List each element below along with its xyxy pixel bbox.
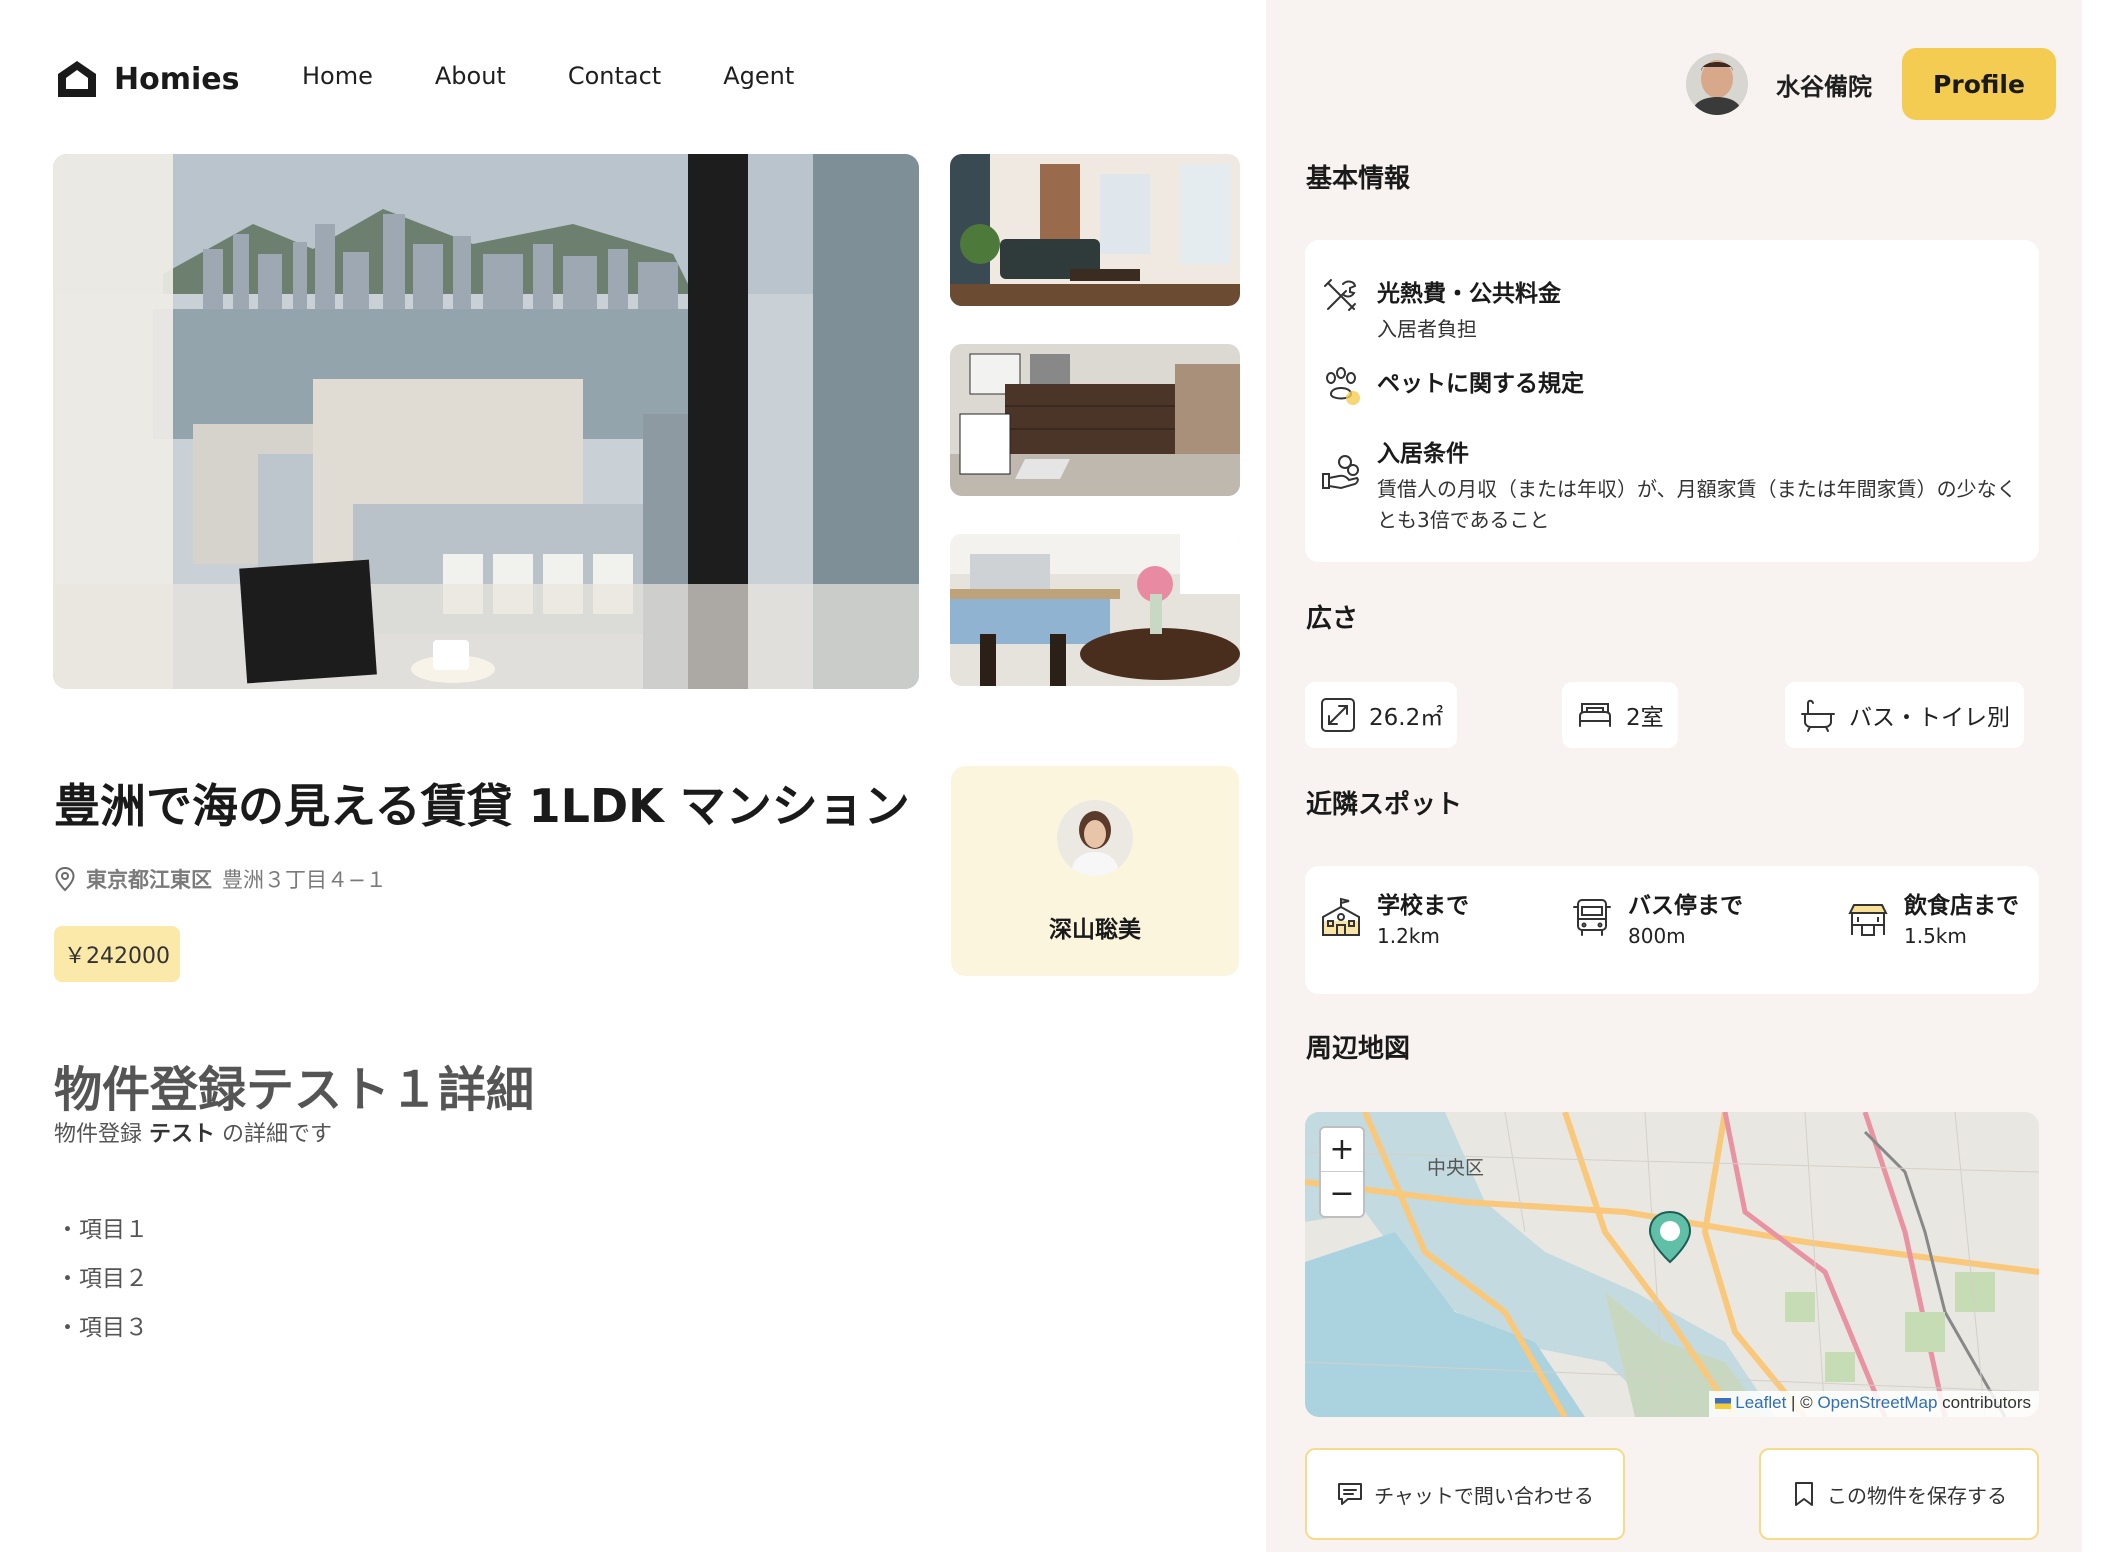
map-district-label: 中央区 <box>1427 1157 1484 1179</box>
profile-button[interactable]: Profile <box>1902 48 2056 120</box>
list-item: ・項目３ <box>56 1315 148 1341</box>
paw-icon <box>1326 367 1360 405</box>
agent-card[interactable]: 深山聡美 <box>951 766 1239 976</box>
rooms-value: 2室 <box>1626 705 1664 731</box>
info-row-conditions: 入居条件 賃借人の月収（または年収）が、月額家賃（または年間家賃）の少なくとも3… <box>1319 434 2027 536</box>
school-icon <box>1322 897 1360 936</box>
price-badge: ￥242000 <box>54 926 180 982</box>
section-title-spots: 近隣スポット <box>1306 790 1463 820</box>
info-label-utilities: 光熱費・公共料金 <box>1377 281 1561 307</box>
house-logo-icon <box>58 61 96 97</box>
save-property-button[interactable]: この物件を保存する <box>1759 1448 2039 1540</box>
location-pin-icon <box>55 866 75 892</box>
address-prefecture: 東京都江東区 <box>86 868 212 892</box>
harbor-view-image <box>53 154 919 689</box>
detail-sub-prefix: 物件登録 <box>54 1122 143 1147</box>
thumbnail-kitchen[interactable] <box>950 534 1240 686</box>
zoom-out-button[interactable]: − <box>1321 1172 1363 1216</box>
detail-item-list: ・項目１ ・項目２ ・項目３ <box>56 1210 148 1357</box>
info-row-pets: ペットに関する規定 <box>1319 364 1584 408</box>
nav-home[interactable]: Home <box>302 62 373 90</box>
expand-arrows-icon <box>1321 698 1355 732</box>
info-label-conditions: 入居条件 <box>1377 441 1469 467</box>
detail-subtitle: 物件登録 テスト の詳細です <box>54 1116 332 1148</box>
bookmark-icon <box>1795 1482 1813 1506</box>
agent-name: 深山聡美 <box>1049 917 1141 943</box>
main-nav: Home About Contact Agent <box>302 62 856 90</box>
nav-about[interactable]: About <box>435 62 506 90</box>
hand-coins-icon <box>1322 455 1359 490</box>
bath-value: バス・トイレ別 <box>1849 705 2010 731</box>
list-item: ・項目１ <box>56 1217 148 1243</box>
info-row-utilities: 光熱費・公共料金 入居者負担 <box>1319 274 2027 345</box>
listing-title: 豊洲で海の見える賃貸 1LDK マンション <box>54 779 910 833</box>
osm-link[interactable]: OpenStreetMap <box>1817 1393 1937 1412</box>
bath-chip: バス・トイレ別 <box>1785 682 2024 748</box>
detail-sub-bold: テスト <box>149 1122 216 1147</box>
detail-sub-suffix: の詳細です <box>222 1122 333 1147</box>
rooms-chip: 2室 <box>1562 682 1678 748</box>
save-button-label: この物件を保存する <box>1827 1483 2007 1508</box>
spot-school-label: 学校まで <box>1377 893 1469 919</box>
basic-info-card: 光熱費・公共料金 入居者負担 ペットに関する規定 入居条件 賃借人の月収（または… <box>1305 240 2039 562</box>
detail-title: 物件登録テスト１詳細 <box>54 1062 535 1118</box>
info-value-utilities: 入居者負担 <box>1377 317 1477 341</box>
spots-card: 学校まで 1.2km バス停まで 800m 飲食店まで 1.5km <box>1305 866 2039 994</box>
restaurant-icon <box>1848 904 1888 936</box>
brand-name: Homies <box>114 61 240 97</box>
spot-bus: バス停まで 800m <box>1570 886 1743 948</box>
bathtub-icon <box>1801 699 1835 732</box>
ukraine-flag-icon <box>1714 1398 1731 1409</box>
spot-restaurant-distance: 1.5km <box>1904 924 1967 948</box>
area-chip: 26.2㎡ <box>1305 682 1458 748</box>
tools-icon <box>1324 279 1357 311</box>
bed-icon <box>1579 703 1611 727</box>
leaflet-link[interactable]: Leaflet <box>1735 1393 1786 1412</box>
bus-icon <box>1573 899 1611 936</box>
section-title-size: 広さ <box>1306 604 1359 634</box>
zoom-in-button[interactable]: + <box>1321 1128 1363 1172</box>
page-edge <box>2082 0 2112 1552</box>
spot-bus-label: バス停まで <box>1628 893 1743 919</box>
section-title-map: 周辺地図 <box>1306 1034 1411 1064</box>
map-attribution: Leaflet | © OpenStreetMap contributors <box>1708 1391 2039 1417</box>
listing-address: 東京都江東区 豊洲３丁目４−１ <box>54 864 387 894</box>
spot-restaurant-label: 飲食店まで <box>1904 893 2019 919</box>
thumbnail-dresser[interactable] <box>950 344 1240 496</box>
map-zoom-control: + − <box>1319 1126 1365 1218</box>
user-area: 水谷備院 Profile <box>1686 48 2056 120</box>
chat-icon <box>1338 1483 1363 1505</box>
section-title-basic-info: 基本情報 <box>1306 164 1411 194</box>
nav-contact[interactable]: Contact <box>568 62 661 90</box>
nav-agent[interactable]: Agent <box>723 62 794 90</box>
spot-restaurant: 飲食店まで 1.5km <box>1846 886 2019 948</box>
map-tiles: 中央区 <box>1305 1112 2039 1417</box>
attrib-separator: | © <box>1786 1393 1818 1412</box>
chat-button-label: チャットで問い合わせる <box>1374 1483 1594 1508</box>
area-map[interactable]: 中央区 + − Leaflet | © OpenStreetMap contri… <box>1305 1112 2039 1417</box>
user-name: 水谷備院 <box>1776 72 1872 101</box>
info-value-conditions: 賃借人の月収（または年収）が、月額家賃（または年間家賃）の少なくとも3倍であるこ… <box>1377 477 2017 532</box>
chat-inquiry-button[interactable]: チャットで問い合わせる <box>1305 1448 1625 1540</box>
spot-school: 学校まで 1.2km <box>1319 886 1469 948</box>
address-street: 豊洲３丁目４−１ <box>222 868 387 892</box>
main-photo[interactable] <box>53 154 919 689</box>
info-label-pets: ペットに関する規定 <box>1377 371 1584 397</box>
attrib-suffix: contributors <box>1937 1393 2031 1412</box>
spot-school-distance: 1.2km <box>1377 924 1440 948</box>
user-avatar[interactable] <box>1686 53 1748 115</box>
area-value: 26.2㎡ <box>1369 705 1444 731</box>
brand-logo[interactable]: Homies <box>54 56 239 102</box>
agent-avatar <box>1057 800 1133 876</box>
thumbnail-living-room[interactable] <box>950 154 1240 306</box>
list-item: ・項目２ <box>56 1266 148 1292</box>
spot-bus-distance: 800m <box>1628 924 1686 948</box>
